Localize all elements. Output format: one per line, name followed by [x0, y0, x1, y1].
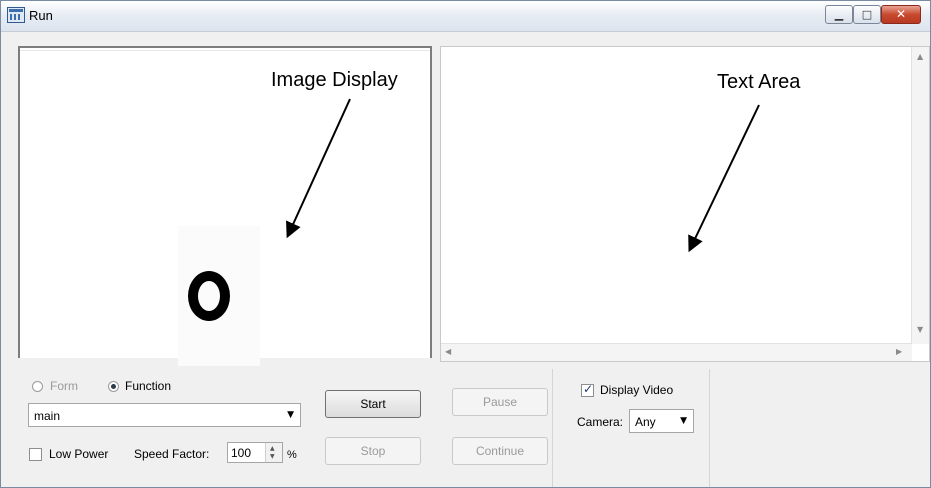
chevron-down-icon: ▼ [680, 416, 687, 426]
window-title: Run [29, 8, 53, 23]
chevron-down-icon: ▼ [287, 410, 294, 420]
maximize-icon: □ [861, 8, 873, 21]
vertical-scrollbar[interactable]: ▲ ▼ [911, 47, 929, 344]
camera-select-value: Any [635, 415, 656, 429]
low-power-checkbox[interactable] [29, 448, 42, 461]
continue-button[interactable]: Continue [452, 437, 548, 465]
minimize-icon: ▁ [834, 8, 844, 21]
title-bar[interactable]: Run ▁ □ ✕ [1, 1, 930, 32]
scroll-right-icon[interactable]: ▶ [896, 347, 902, 356]
text-area-annotation: Text Area [717, 71, 801, 93]
speed-factor-label: Speed Factor: [134, 447, 210, 461]
close-button[interactable]: ✕ [881, 5, 921, 24]
display-video-checkbox[interactable] [581, 382, 594, 397]
speed-factor-unit: % [287, 449, 297, 461]
speed-factor-value: 100 [231, 446, 252, 460]
scroll-left-icon[interactable]: ◀ [445, 347, 451, 356]
pause-button[interactable]: Pause [452, 388, 548, 416]
stepper-buttons[interactable]: ▲ ▼ [265, 443, 282, 462]
run-window: Run ▁ □ ✕ Image Display Text Area ▲ ▼ ◀ … [0, 0, 931, 488]
minimize-button[interactable]: ▁ [825, 5, 853, 24]
form-radio-label: Form [50, 379, 78, 393]
stop-button[interactable]: Stop [325, 437, 421, 465]
camera-select[interactable]: Any ▼ [629, 409, 694, 433]
ring-shape-image [188, 271, 230, 321]
image-top-line [20, 50, 430, 51]
image-display-annotation: Image Display [271, 69, 398, 91]
scroll-down-icon[interactable]: ▼ [917, 325, 923, 334]
form-radio [32, 381, 43, 392]
speed-factor-stepper[interactable]: 100 ▲ ▼ [227, 442, 283, 463]
function-radio-label[interactable]: Function [125, 379, 171, 393]
function-radio[interactable] [108, 381, 119, 392]
close-icon: ✕ [895, 7, 907, 21]
maximize-button[interactable]: □ [853, 5, 881, 24]
low-power-label[interactable]: Low Power [49, 447, 108, 461]
run-window-icon[interactable] [7, 7, 25, 23]
scroll-up-icon[interactable]: ▲ [917, 52, 923, 61]
camera-label: Camera: [577, 415, 624, 429]
horizontal-scrollbar[interactable]: ◀ ▶ [441, 343, 912, 361]
text-area[interactable]: Text Area ▲ ▼ ◀ ▶ [440, 46, 930, 362]
stepper-down-icon[interactable]: ▼ [270, 453, 275, 460]
function-select-value: main [34, 409, 61, 423]
image-display-panel [18, 46, 432, 366]
display-video-label[interactable]: Display Video [600, 383, 673, 397]
stepper-up-icon[interactable]: ▲ [270, 445, 275, 452]
start-button[interactable]: Start [325, 390, 421, 418]
function-select[interactable]: main ▼ [28, 403, 301, 427]
